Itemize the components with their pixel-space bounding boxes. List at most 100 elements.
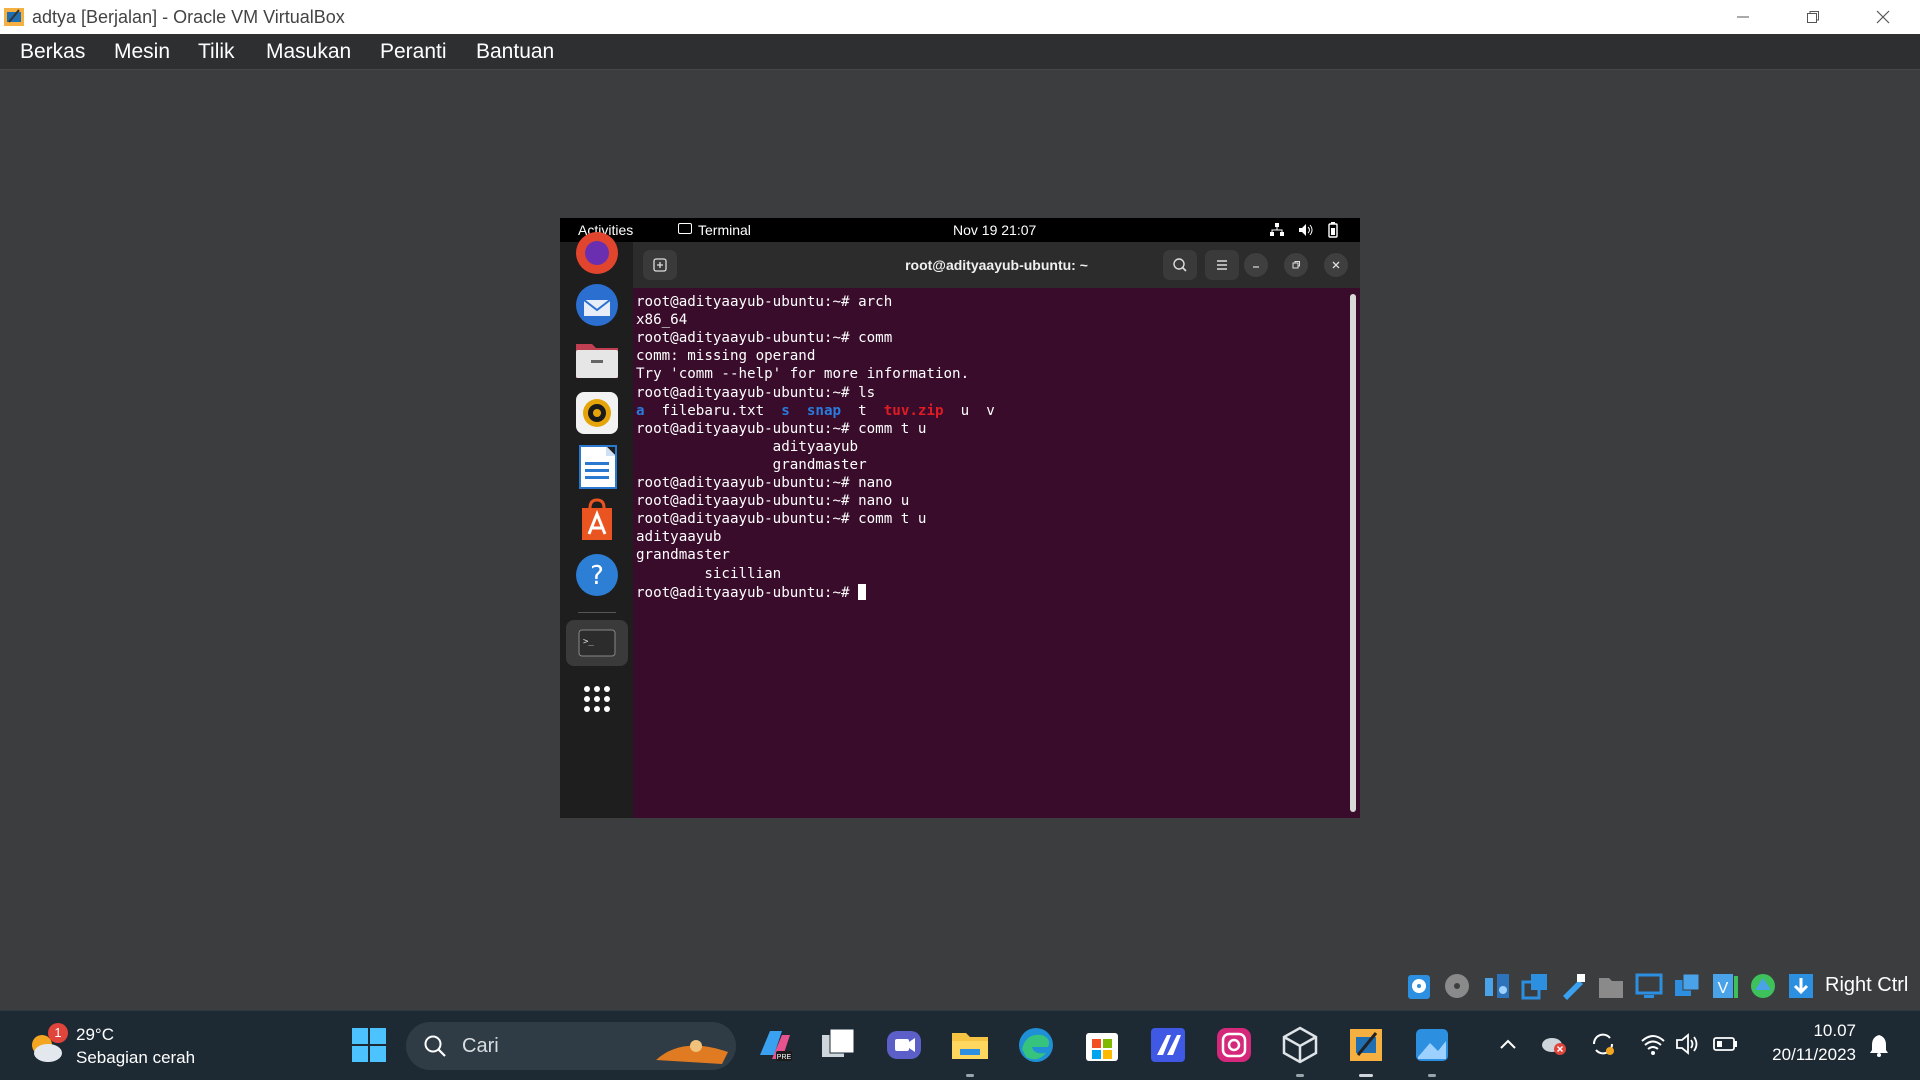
task-view-icon[interactable] [818,1025,858,1065]
ls-entry: filebaru.txt [644,402,782,419]
menu-mesin[interactable]: Mesin [114,40,170,64]
gnome-top-bar: Activities Terminal Nov 19 21:07 [560,218,1360,242]
minimize-button[interactable] [1710,0,1776,34]
shared-folders-icon[interactable] [1597,972,1625,1000]
rhythmbox-icon[interactable] [574,390,620,436]
menu-tilik[interactable]: Tilik [198,40,235,64]
battery-icon[interactable] [1328,222,1338,238]
optical-drive-icon[interactable] [1443,972,1471,1000]
terminal-close-button[interactable] [1324,253,1348,277]
search-icon [1173,258,1187,272]
recording-icon[interactable] [1673,972,1701,1000]
chevron-up-icon[interactable] [1497,1033,1519,1055]
weather-widget[interactable]: 1 29°C Sebagian cerah [24,1023,244,1071]
taskbar-time[interactable]: 10.07 [1760,1021,1856,1041]
vbox-vm-active-indicator [1359,1074,1373,1077]
menu-berkas[interactable]: Berkas [20,40,85,64]
restore-button[interactable] [1780,0,1846,34]
ls-entry: u v [943,402,995,419]
libreoffice-writer-icon[interactable] [574,444,620,490]
mouse-integration-icon[interactable] [1787,972,1815,1000]
photos-icon[interactable] [1412,1025,1452,1065]
display-icon[interactable] [1635,972,1663,1000]
vt-x-icon[interactable]: V [1711,972,1739,1000]
weather-badge: 1 [48,1023,68,1043]
terminal-restore-button[interactable] [1284,253,1308,277]
instagram-icon[interactable] [1214,1025,1254,1065]
battery-icon[interactable] [1712,1033,1740,1055]
menu-masukan[interactable]: Masukan [266,40,351,64]
ls-entry: t [841,402,884,419]
terminal-line: root@adityaayub-ubuntu:~# comm [636,330,893,347]
speaker-icon[interactable] [1675,1031,1701,1057]
terminal-line: adityaayub [636,529,722,546]
file-explorer-icon[interactable] [950,1025,990,1065]
virtualbox-cube-icon[interactable] [1280,1025,1320,1065]
search-placeholder: Cari [462,1035,499,1057]
wifi-icon[interactable] [1640,1031,1666,1057]
weather-temp: 29°C [76,1025,114,1044]
notification-bell-icon[interactable] [1868,1033,1890,1057]
edge-icon[interactable] [1016,1025,1056,1065]
vbox-status-bar: V Right Ctrl [1405,970,1920,1004]
ubuntu-dock: ? >_ [560,232,633,818]
terminal-cursor [858,583,867,600]
search-highlight-icon [656,1040,728,1064]
help-icon[interactable]: ? [574,552,620,598]
taskbar-date[interactable]: 20/11/2023 [1760,1045,1856,1065]
onedrive-error-icon[interactable] [1540,1031,1568,1057]
virtualbox-vm-icon[interactable] [1346,1025,1386,1065]
dock-terminal-active[interactable]: >_ [566,620,628,666]
search-box[interactable]: Cari [406,1022,736,1070]
terminal-app-icon [678,223,692,234]
thunderbird-icon[interactable] [574,282,620,328]
vm-display[interactable]: Activities Terminal Nov 19 21:07 ? >_ ro… [560,218,1360,818]
sync-icon[interactable] [1590,1031,1616,1057]
microsoft-store-icon[interactable] [1082,1025,1122,1065]
hard-disk-icon[interactable] [1405,972,1433,1000]
menu-peranti[interactable]: Peranti [380,40,447,64]
windows-start-icon[interactable] [349,1025,389,1065]
window-title: adtya [Berjalan] - Oracle VM VirtualBox [32,7,345,27]
terminal-line: comm: missing operand [636,348,816,365]
network-icon[interactable] [1270,223,1284,237]
teams-chat-icon[interactable] [884,1025,924,1065]
app-menu-label[interactable]: Terminal [698,222,751,238]
ls-entry: tuv.zip [883,402,944,419]
network-adapter-icon[interactable] [1521,972,1549,1000]
app-center-icon[interactable] [574,498,620,544]
gnome-clock[interactable]: Nov 19 21:07 [953,222,1036,238]
volume-icon[interactable] [1298,223,1314,237]
usb-icon[interactable] [1559,972,1587,1000]
search-button[interactable] [1163,250,1197,280]
close-button[interactable] [1850,0,1916,34]
terminal-line: a filebaru.txt s snap t tuv.zip u v [636,403,995,419]
show-apps-icon[interactable] [574,676,620,722]
terminal-minimize-button[interactable] [1244,253,1268,277]
close-icon [1332,261,1340,269]
files-icon[interactable] [574,336,620,382]
firefox-icon[interactable] [574,230,620,276]
explorer-running-indicator [966,1074,974,1077]
search-icon [424,1035,446,1057]
svg-text:?: ? [590,561,604,591]
audio-icon[interactable] [1483,972,1511,1000]
hamburger-menu-button[interactable] [1205,250,1239,280]
terminal-line: grandmaster [636,547,730,564]
weather-desc: Sebagian cerah [76,1048,196,1067]
terminal-line: root@adityaayub-ubuntu:~# comm t u [636,420,927,437]
virtualbox-app-icon [4,8,24,26]
copilot-icon[interactable]: PRE [754,1025,794,1065]
menubar: Berkas Mesin Tilik Masukan Peranti Bantu… [0,34,1920,70]
terminal-scrollbar[interactable] [1350,294,1356,812]
ls-entry: s [781,402,790,419]
host-key-label[interactable]: Right Ctrl [1825,974,1908,997]
ls-entry: a [636,402,645,419]
ls-entry: snap [806,402,842,419]
guest-additions-icon[interactable] [1749,972,1777,1000]
window-titlebar: adtya [Berjalan] - Oracle VM VirtualBox [0,0,1920,34]
hamburger-icon [1217,260,1227,270]
visual-studio-icon[interactable] [1148,1025,1188,1065]
menu-bantuan[interactable]: Bantuan [476,40,554,64]
terminal-line: root@adityaayub-ubuntu:~# nano [636,475,893,491]
